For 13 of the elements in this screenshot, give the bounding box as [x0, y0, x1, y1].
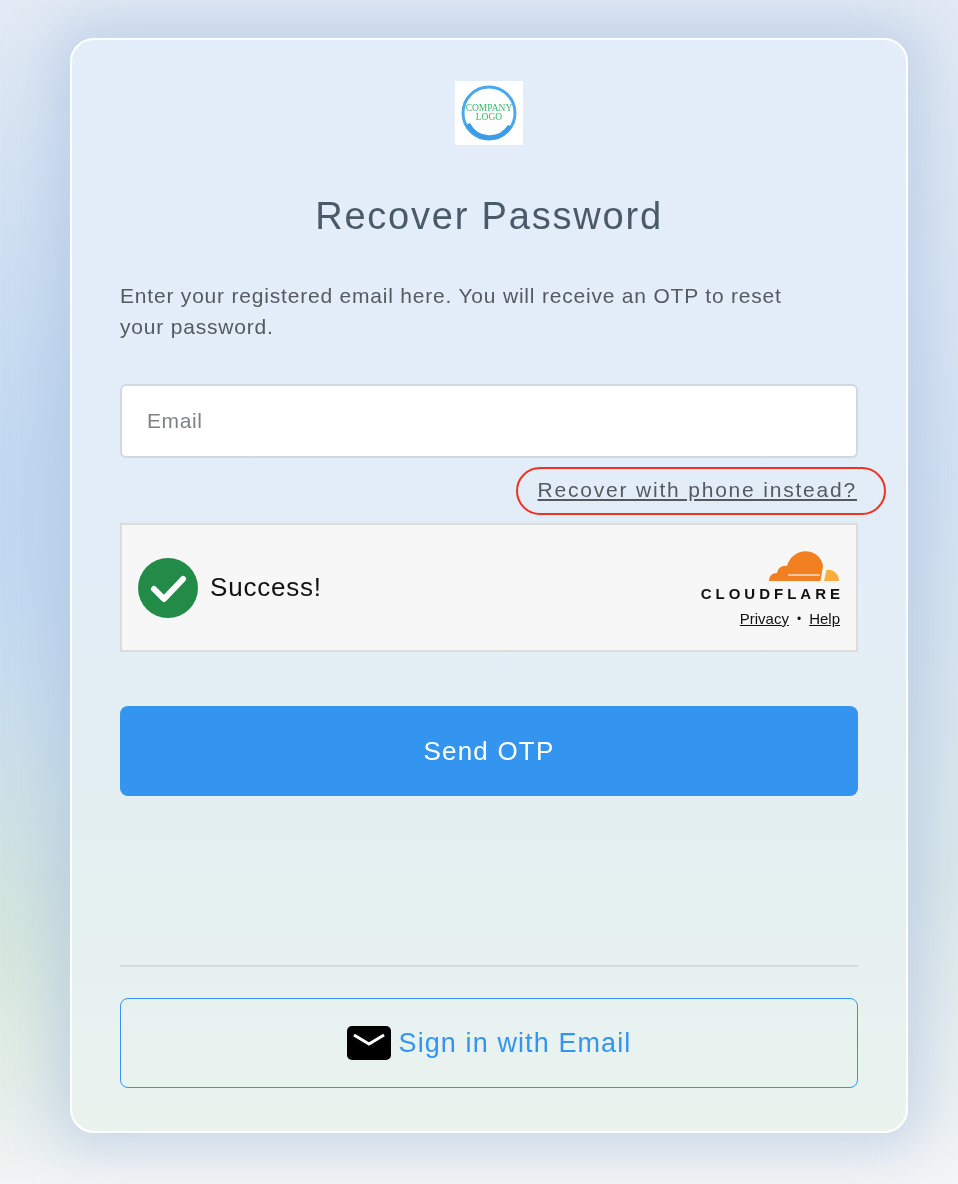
- cloud-icon: [768, 548, 840, 581]
- separator-dot: •: [796, 611, 802, 626]
- brand-wordmark: CLOUDFLARE: [700, 586, 844, 602]
- envelope-icon: [346, 1026, 391, 1060]
- instruction-text: Enter your registered email here. You will receive an OTP to reset your password.: [120, 283, 783, 340]
- help-link[interactable]: Help: [809, 610, 840, 627]
- recover-with-phone-link[interactable]: Recover with phone instead?: [537, 476, 857, 504]
- send-otp-button[interactable]: Send OTP: [120, 706, 858, 796]
- page-title: Recover Password: [314, 194, 664, 239]
- logo-text: COMPANY LOGO: [464, 104, 514, 122]
- captcha-status: Success!: [210, 572, 322, 603]
- email-field[interactable]: Email: [120, 384, 858, 458]
- privacy-link[interactable]: Privacy: [739, 610, 789, 627]
